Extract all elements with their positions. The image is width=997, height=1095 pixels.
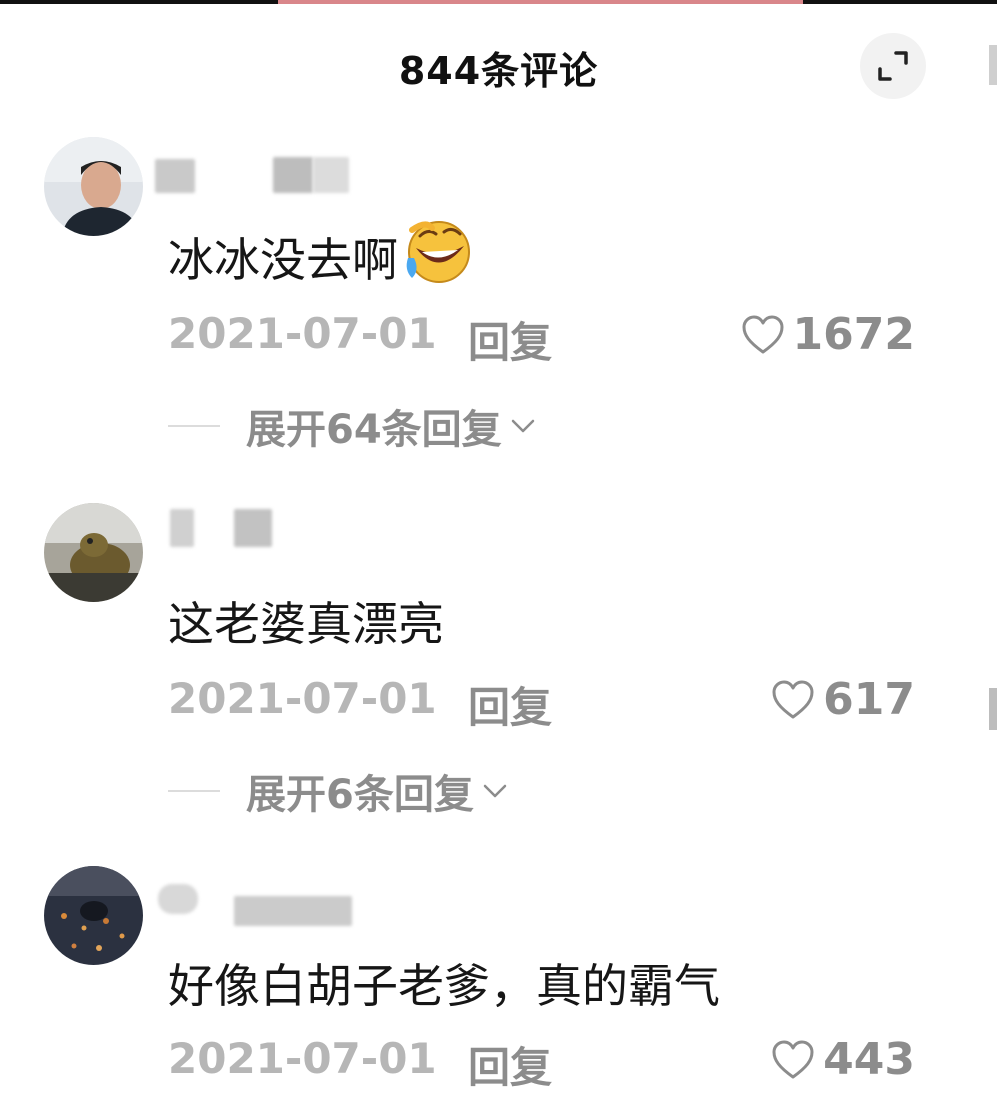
heart-outline-icon	[772, 1040, 814, 1078]
expand-replies-button[interactable]: 展开64条回复	[168, 397, 536, 455]
avatar[interactable]	[44, 503, 143, 602]
like-button[interactable]: 443	[771, 1034, 915, 1085]
chevron-down-icon	[483, 784, 507, 798]
like-count: 617	[823, 674, 915, 725]
chevron-down-icon	[511, 419, 534, 433]
comment-text-content: 这老婆真漂亮	[168, 597, 444, 651]
scroll-edge	[989, 688, 997, 730]
status-strip-right	[803, 0, 997, 4]
avatar[interactable]	[44, 866, 143, 965]
heart-outline-icon	[772, 680, 814, 718]
avatar[interactable]	[44, 137, 143, 236]
divider	[168, 790, 220, 792]
comments-count-title: 844条评论	[398, 49, 599, 93]
expand-comments-button[interactable]	[860, 33, 926, 99]
reply-button[interactable]: 回复	[468, 1034, 552, 1095]
expand-replies-label: 展开64条回复	[246, 407, 502, 453]
like-button[interactable]: 617	[771, 674, 915, 725]
reply-button[interactable]: 回复	[468, 674, 552, 735]
comment-text: 这老婆真漂亮	[168, 588, 444, 654]
comment-date: 2021-07-01	[168, 674, 437, 723]
expand-replies-button[interactable]: 展开6条回复	[168, 762, 508, 820]
expand-replies-label: 展开6条回复	[246, 772, 474, 818]
comment-text: 冰冰没去啊	[168, 218, 476, 295]
like-count: 1672	[792, 309, 915, 360]
username-blurred[interactable]	[158, 864, 358, 934]
username-blurred[interactable]	[160, 505, 290, 549]
comment-text: 好像白胡子老爹，真的霸气	[168, 950, 720, 1016]
comment-date: 2021-07-01	[168, 309, 437, 358]
laughing-emoji-icon	[402, 218, 476, 295]
heart-outline-icon	[742, 315, 784, 353]
fullscreen-exit-icon	[878, 51, 908, 81]
divider	[168, 425, 220, 427]
comment-text-content: 好像白胡子老爹，真的霸气	[168, 959, 720, 1013]
username-blurred[interactable]	[155, 155, 355, 195]
status-strip-left	[0, 0, 278, 4]
comment-text-content: 冰冰没去啊	[168, 232, 398, 287]
reply-button[interactable]: 回复	[468, 309, 552, 370]
like-count: 443	[823, 1034, 915, 1085]
status-strip-accent	[278, 0, 803, 4]
comment-date: 2021-07-01	[168, 1034, 437, 1083]
like-button[interactable]: 1672	[741, 309, 915, 360]
